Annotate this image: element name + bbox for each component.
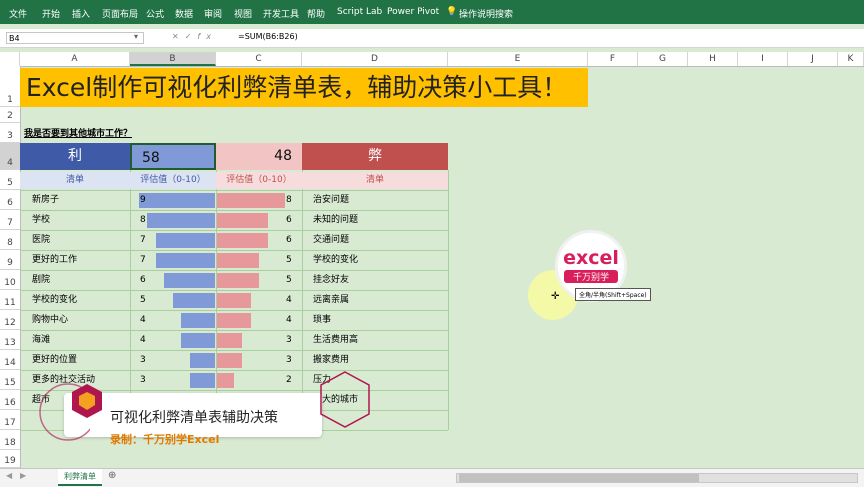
caption-subtitle: 录制：千万别学Excel (110, 433, 220, 446)
row-header[interactable]: 11 (0, 290, 20, 310)
grid-line (20, 290, 448, 291)
lightbulb-icon: 💡 (446, 7, 458, 17)
hexagon-logo-icon (72, 384, 102, 418)
hexagon-outline-icon (320, 371, 370, 428)
select-all-corner[interactable] (0, 52, 20, 66)
row-header[interactable]: 18 (0, 430, 20, 450)
tab-formulas[interactable]: 公式 (146, 7, 164, 20)
row-header[interactable]: 13 (0, 330, 20, 350)
formula-bar-icons: ✕✓fx (172, 32, 217, 41)
function-icon[interactable]: fx (197, 32, 217, 41)
row-header[interactable]: 14 (0, 350, 20, 370)
row-header[interactable]: 3 (0, 123, 20, 143)
row-header[interactable]: 8 (0, 230, 20, 250)
watermark-logo-sub: 千万别学 (564, 270, 618, 283)
column-header-d[interactable]: D (302, 52, 448, 66)
column-header-c[interactable]: C (216, 52, 302, 66)
tab-script-lab[interactable]: Script Lab (337, 7, 382, 17)
row-header[interactable]: 7 (0, 210, 20, 230)
row-headers: 1 2 3 4 5 6 7 8 9 10 11 12 13 14 15 16 17 18 19 (0, 66, 21, 468)
formula-bar: B4 ▾ ✕✓fx =SUM(B6:B26) (0, 29, 864, 48)
tab-review[interactable]: 审阅 (204, 7, 222, 20)
grid-line (20, 310, 448, 311)
ime-tooltip: 全角/半角(Shift+Space) (575, 288, 651, 301)
cursor-crosshair-icon: ✛ (551, 291, 560, 302)
tab-page-layout[interactable]: 页面布局 (102, 7, 138, 20)
grid-line (20, 270, 448, 271)
chevron-down-icon[interactable]: ▾ (134, 32, 138, 41)
row-header[interactable]: 6 (0, 190, 20, 210)
grid-line (20, 230, 448, 231)
column-headers: A B C D E F G H I J K (0, 52, 864, 67)
row-header[interactable]: 17 (0, 410, 20, 430)
tab-view[interactable]: 视图 (234, 7, 252, 20)
row-header[interactable]: 4 (0, 143, 20, 170)
tab-insert[interactable]: 插入 (72, 7, 90, 20)
row-header[interactable]: 12 (0, 310, 20, 330)
question-text: 我是否要到其他城市工作？ (24, 129, 133, 139)
column-header-f[interactable]: F (588, 52, 638, 66)
row-header[interactable]: 15 (0, 370, 20, 390)
column-header-b[interactable]: B (130, 52, 216, 66)
sheet-tab-bar: ◀ ▶ 利弊清单 ⊕ (0, 468, 864, 487)
row-header[interactable]: 5 (0, 170, 20, 190)
horizontal-scrollbar[interactable] (456, 473, 858, 483)
tell-me-search[interactable]: 操作说明搜索 (459, 7, 513, 20)
scrollbar-thumb[interactable] (459, 474, 699, 482)
formula-input[interactable]: =SUM(B6:B26) (238, 32, 298, 41)
con-total-cell[interactable]: 48 (216, 143, 302, 170)
row-header[interactable]: 10 (0, 270, 20, 290)
prev-sheet-icon[interactable]: ◀ (6, 471, 12, 480)
column-header-a[interactable]: A (20, 52, 130, 66)
con-score-label: 评估值（0-10） (216, 172, 302, 189)
grid-line (20, 350, 448, 351)
add-sheet-button[interactable]: ⊕ (108, 470, 116, 481)
cancel-icon[interactable]: ✕ (172, 32, 185, 41)
tab-developer[interactable]: 开发工具 (263, 7, 299, 20)
pro-total-cell[interactable]: 58 (130, 143, 216, 170)
column-header-k[interactable]: K (838, 52, 864, 66)
tab-data[interactable]: 数据 (175, 7, 193, 20)
column-header-e[interactable]: E (448, 52, 588, 66)
tab-help[interactable]: 帮助 (307, 7, 325, 20)
column-header-i[interactable]: I (738, 52, 788, 66)
grid-line (20, 250, 448, 251)
grid-line (20, 210, 448, 211)
row-header[interactable]: 9 (0, 250, 20, 270)
watermark-logo-text: excel (563, 247, 619, 269)
sheet-tab-active[interactable]: 利弊清单 (58, 469, 102, 486)
row-header[interactable]: 2 (0, 107, 20, 123)
tab-file[interactable]: 文件 (9, 7, 27, 20)
column-header-j[interactable]: J (788, 52, 838, 66)
con-header: 弊 (302, 143, 448, 170)
grid-line (20, 330, 448, 331)
row-header[interactable]: 1 (0, 66, 20, 107)
tab-power-pivot[interactable]: Power Pivot (387, 7, 439, 17)
ribbon-tab-bar: 文件 开始 插入 页面布局 公式 数据 审阅 视图 开发工具 帮助 Script… (0, 0, 864, 24)
caption-title: 可视化利弊清单表辅助决策 (110, 410, 278, 426)
grid-line (448, 170, 449, 430)
grid-line (20, 370, 448, 371)
column-header-g[interactable]: G (638, 52, 688, 66)
row-header[interactable]: 16 (0, 390, 20, 410)
video-caption-overlay: 可视化利弊清单表辅助决策 录制：千万别学Excel (64, 383, 344, 446)
pro-score-label: 评估值（0-10） (130, 172, 216, 189)
con-list-label: 清单 (302, 172, 448, 189)
tab-home[interactable]: 开始 (42, 7, 60, 20)
row-header[interactable]: 19 (0, 450, 20, 468)
confirm-icon[interactable]: ✓ (185, 32, 198, 41)
name-box[interactable]: B4 (6, 32, 144, 44)
pro-list-label: 清单 (20, 172, 130, 189)
sheet-title: Excel制作可视化利弊清单表，辅助决策小工具！ (20, 68, 588, 107)
pro-header: 利 (20, 143, 130, 170)
next-sheet-icon[interactable]: ▶ (20, 471, 26, 480)
grid-line (20, 190, 448, 191)
column-header-h[interactable]: H (688, 52, 738, 66)
